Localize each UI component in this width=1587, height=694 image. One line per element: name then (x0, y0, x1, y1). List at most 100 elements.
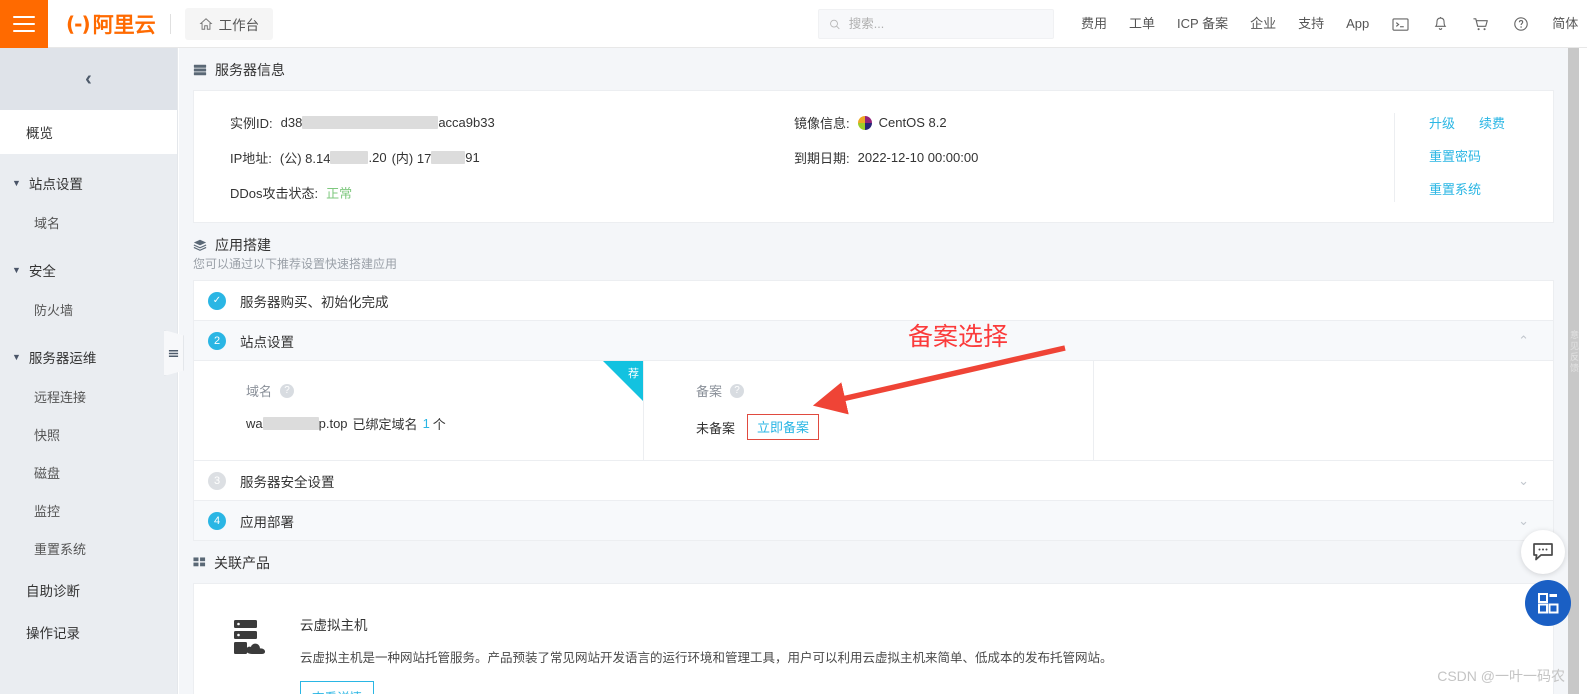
nav-ticket[interactable]: 工单 (1118, 0, 1166, 48)
sidebar-group-security[interactable]: ▼ 安全 (0, 250, 177, 290)
workbench-label: 工作台 (218, 17, 260, 33)
expire-date-label: 到期日期: (794, 151, 850, 166)
sidebar-item-label: 远程连接 (34, 389, 87, 405)
sidebar-item-reset-system[interactable]: 重置系统 (0, 529, 177, 567)
record-panel-title-row: 备案 ? (696, 381, 1093, 400)
step-badge-check-icon: ✓ (208, 291, 226, 310)
sidebar-item-diagnosis[interactable]: 自助诊断 (0, 571, 177, 609)
sidebar-item-overview[interactable]: 概览 (0, 110, 177, 154)
sidebar-item-firewall[interactable]: 防火墙 (0, 290, 177, 328)
home-icon (199, 17, 213, 30)
nav-support[interactable]: 支持 (1287, 0, 1335, 48)
top-nav-links: 费用 工单 ICP 备案 企业 支持 App 简体 (1070, 0, 1587, 48)
search-input[interactable] (848, 17, 1043, 31)
bound-count: 1 (422, 416, 430, 431)
public-ip-prefix: (公) 8.14 (279, 151, 331, 166)
sidebar-item-snapshot[interactable]: 快照 (0, 415, 177, 453)
server-info-col-mid: 镜像信息: CentOS 8.2 到期日期: 2022-12-10 00:00:… (794, 113, 1394, 202)
sidebar-item-operation-log[interactable]: 操作记录 (0, 613, 177, 651)
language-switcher[interactable]: 简体 (1541, 0, 1587, 48)
nav-app[interactable]: App (1335, 0, 1380, 48)
instance-id-row: 实例ID: d38 acca9b33 (230, 113, 794, 132)
sidebar-item-remote[interactable]: 远程连接 (0, 377, 177, 415)
image-info-label: 镜像信息: (794, 116, 850, 131)
chevron-down-icon[interactable]: ⌄ (1518, 473, 1529, 489)
sidebar-item-label: 快照 (34, 427, 61, 443)
brand-logo[interactable]: (-) 阿里云 (66, 9, 156, 39)
step-row-2[interactable]: 2 站点设置 ⌃ (194, 321, 1553, 361)
chevron-down-icon[interactable]: ⌄ (1518, 513, 1529, 529)
caret-down-icon: ▼ (12, 265, 21, 275)
qr-code-icon[interactable] (1525, 580, 1571, 626)
app-build-title: 应用搭建 (215, 237, 271, 253)
server-info-title: 服务器信息 (215, 62, 285, 78)
renew-link[interactable]: 续费 (1479, 113, 1505, 132)
step-label: 服务器安全设置 (240, 474, 335, 490)
file-record-button[interactable]: 立即备案 (747, 414, 820, 440)
ribbon-label: 荐 (628, 368, 639, 380)
redaction-bar (262, 417, 319, 430)
related-products-header: 关联产品 (179, 541, 1568, 583)
sidebar-toggle-handle[interactable] (164, 330, 184, 376)
domain-panel-title-row: 域名 ? (246, 381, 643, 400)
hamburger-icon[interactable] (0, 0, 48, 48)
chevron-left-icon: ‹ (85, 68, 92, 90)
bell-icon[interactable] (1421, 16, 1460, 32)
sidebar-item-domain[interactable]: 域名 (0, 203, 177, 241)
expire-date-value: 2022-12-10 00:00:00 (857, 150, 979, 165)
caret-down-icon: ▼ (12, 352, 21, 362)
instance-id-prefix: d38 (280, 115, 303, 130)
ip-address-label: IP地址: (230, 151, 272, 166)
step-badge-2: 2 (208, 331, 226, 350)
sidebar-item-monitor[interactable]: 监控 (0, 491, 177, 529)
question-icon[interactable]: ? (280, 383, 295, 398)
record-panel-value: 未备案 立即备案 (696, 414, 1093, 440)
cloud-host-icon (232, 614, 278, 665)
reset-system-link[interactable]: 重置系统 (1429, 179, 1553, 198)
caret-down-icon: ▼ (12, 178, 21, 188)
upgrade-link[interactable]: 升级 (1429, 113, 1455, 132)
terminal-icon[interactable] (1380, 17, 1421, 32)
private-ip-prefix: (内) 17 (391, 151, 432, 166)
step-badge-4: 4 (208, 511, 226, 530)
recommended-ribbon: 荐 (603, 361, 643, 401)
aliyun-mark: (-) (66, 11, 91, 36)
record-panel: 备案 ? 未备案 立即备案 (644, 361, 1094, 460)
step-row-4[interactable]: 4 应用部署 ⌄ (194, 501, 1553, 541)
domain-panel-title: 域名 (246, 384, 273, 399)
divider (169, 13, 171, 34)
workbench-button[interactable]: 工作台 (184, 7, 274, 40)
nav-billing[interactable]: 费用 (1070, 0, 1118, 48)
sidebar-item-label: 重置系统 (34, 541, 87, 557)
sidebar-item-disk[interactable]: 磁盘 (0, 453, 177, 491)
image-info-value: CentOS 8.2 (857, 115, 947, 130)
search-box[interactable] (818, 9, 1054, 39)
step-row-1[interactable]: ✓ 服务器购买、初始化完成 (194, 281, 1553, 321)
server-info-card: 实例ID: d38 acca9b33 IP地址: (公) 8.14 .20 (内… (193, 90, 1554, 223)
centos-icon (857, 115, 872, 130)
sidebar: ‹ 概览 ▼ 站点设置 域名 ▼ 安全 防火墙 ▼ 服务器运维 远程连接 快照 … (0, 48, 178, 694)
reset-password-link[interactable]: 重置密码 (1429, 146, 1553, 165)
sidebar-collapse-button[interactable]: ‹ (0, 48, 177, 110)
expire-date-row: 到期日期: 2022-12-10 00:00:00 (794, 148, 1394, 167)
help-icon[interactable] (1501, 16, 1541, 32)
question-icon[interactable]: ? (730, 383, 745, 398)
instance-id-suffix: acca9b33 (438, 115, 495, 130)
sidebar-group-site-settings[interactable]: ▼ 站点设置 (0, 163, 177, 203)
view-detail-button[interactable]: 查看详情 (300, 681, 375, 694)
cart-icon[interactable] (1460, 16, 1501, 32)
nav-icp[interactable]: ICP 备案 (1166, 0, 1239, 48)
sidebar-item-label: 站点设置 (28, 177, 83, 192)
instance-id-value: d38 acca9b33 (281, 115, 495, 130)
sidebar-item-label: 自助诊断 (26, 584, 80, 599)
chevron-up-icon[interactable]: ⌃ (1518, 333, 1529, 349)
domain-panel: 荐 域名 ? wa p.top 已绑定域名 1 个 (194, 361, 644, 460)
record-panel-title: 备案 (696, 384, 723, 399)
step-2-empty-col (1094, 361, 1553, 460)
step-row-3[interactable]: 3 服务器安全设置 ⌄ (194, 461, 1553, 501)
nav-enterprise[interactable]: 企业 (1239, 0, 1287, 48)
instance-id-label: 实例ID: (230, 116, 273, 131)
chat-bubble-icon[interactable] (1521, 530, 1565, 574)
sidebar-group-server-ops[interactable]: ▼ 服务器运维 (0, 337, 177, 377)
app-build-header: 应用搭建 (179, 223, 1568, 259)
